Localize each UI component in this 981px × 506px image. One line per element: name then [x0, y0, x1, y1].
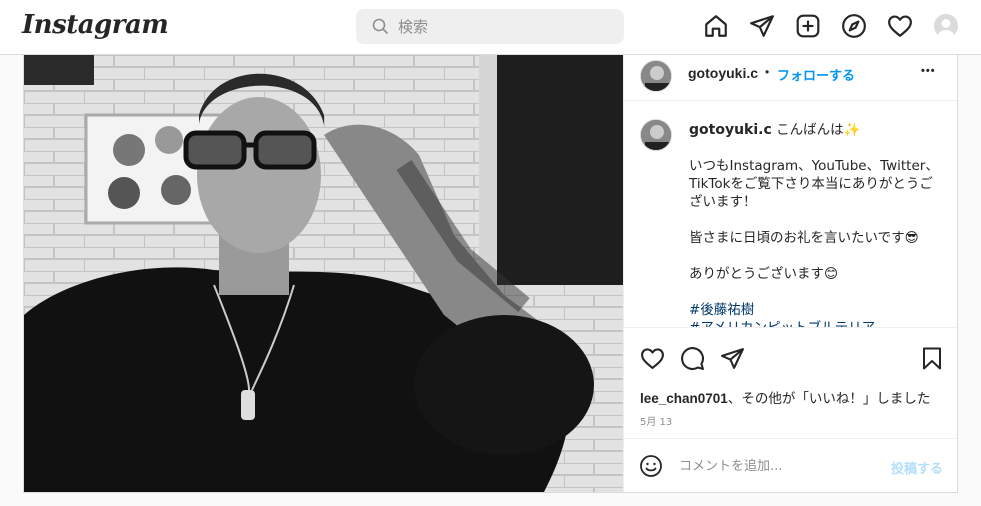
caption-line: 皆さまに日頃のお礼を言いたいです😎	[689, 230, 919, 246]
post-date[interactable]: 5月 13	[640, 413, 672, 428]
caption-line: いつもInstagram、YouTube、Twitter、TikTokをご覧下さ…	[689, 158, 939, 210]
author-username[interactable]: gotoyuki.c	[688, 65, 758, 81]
post-photo[interactable]	[24, 55, 623, 492]
separator-dot: •	[765, 65, 770, 79]
caption-text: gotoyuki.c こんばんは✨ いつもInstagram、YouTube、T…	[689, 121, 939, 327]
top-navigation-bar: Instagram	[0, 0, 981, 55]
post-comment-button[interactable]: 投稿する	[891, 458, 943, 477]
likes-text: 、その他が「いいね！」しました	[727, 391, 931, 407]
search-input[interactable]	[398, 9, 608, 44]
hashtag-link[interactable]: #後藤祐樹	[689, 301, 939, 319]
like-icon[interactable]	[640, 346, 665, 376]
post-card: gotoyuki.c • フォローする ••• gotoyuki.c こんばんは…	[23, 55, 959, 493]
comment-icon[interactable]	[680, 346, 705, 376]
instagram-logo[interactable]: Instagram	[22, 10, 169, 40]
comment-form: 投稿する	[624, 440, 959, 492]
post-sidebar: gotoyuki.c • フォローする ••• gotoyuki.c こんばんは…	[623, 55, 959, 492]
action-bar: lee_chan0701、その他が「いいね！」しました 5月 13	[624, 329, 959, 439]
home-icon[interactable]	[703, 13, 729, 41]
comment-input[interactable]	[679, 454, 879, 478]
heart-icon[interactable]	[887, 13, 913, 41]
profile-avatar[interactable]	[934, 14, 958, 38]
liker-username[interactable]: lee_chan0701	[640, 391, 728, 406]
emoji-icon[interactable]	[639, 454, 663, 483]
caption-section: gotoyuki.c こんばんは✨ いつもInstagram、YouTube、T…	[624, 102, 959, 328]
search-icon	[372, 18, 388, 34]
photo-image	[24, 55, 623, 492]
send-icon[interactable]	[749, 13, 775, 41]
caption-line: ありがとうございます😊	[689, 266, 839, 282]
new-post-icon[interactable]	[795, 13, 821, 41]
caption-username[interactable]: gotoyuki.c	[689, 122, 772, 138]
search-box[interactable]	[356, 9, 624, 44]
author-avatar[interactable]	[640, 60, 672, 92]
caption-avatar[interactable]	[640, 119, 672, 151]
likes-summary[interactable]: lee_chan0701、その他が「いいね！」しました	[640, 387, 930, 407]
more-options-icon[interactable]: •••	[921, 65, 936, 77]
caption-first-line: こんばんは✨	[776, 122, 861, 138]
share-icon[interactable]	[720, 346, 745, 376]
explore-icon[interactable]	[841, 13, 867, 41]
post-header: gotoyuki.c • フォローする •••	[624, 55, 959, 101]
follow-button[interactable]: フォローする	[777, 65, 855, 84]
bookmark-icon[interactable]	[920, 346, 944, 376]
hashtag-link[interactable]: #アメリカンピットブルテリア	[689, 319, 939, 327]
